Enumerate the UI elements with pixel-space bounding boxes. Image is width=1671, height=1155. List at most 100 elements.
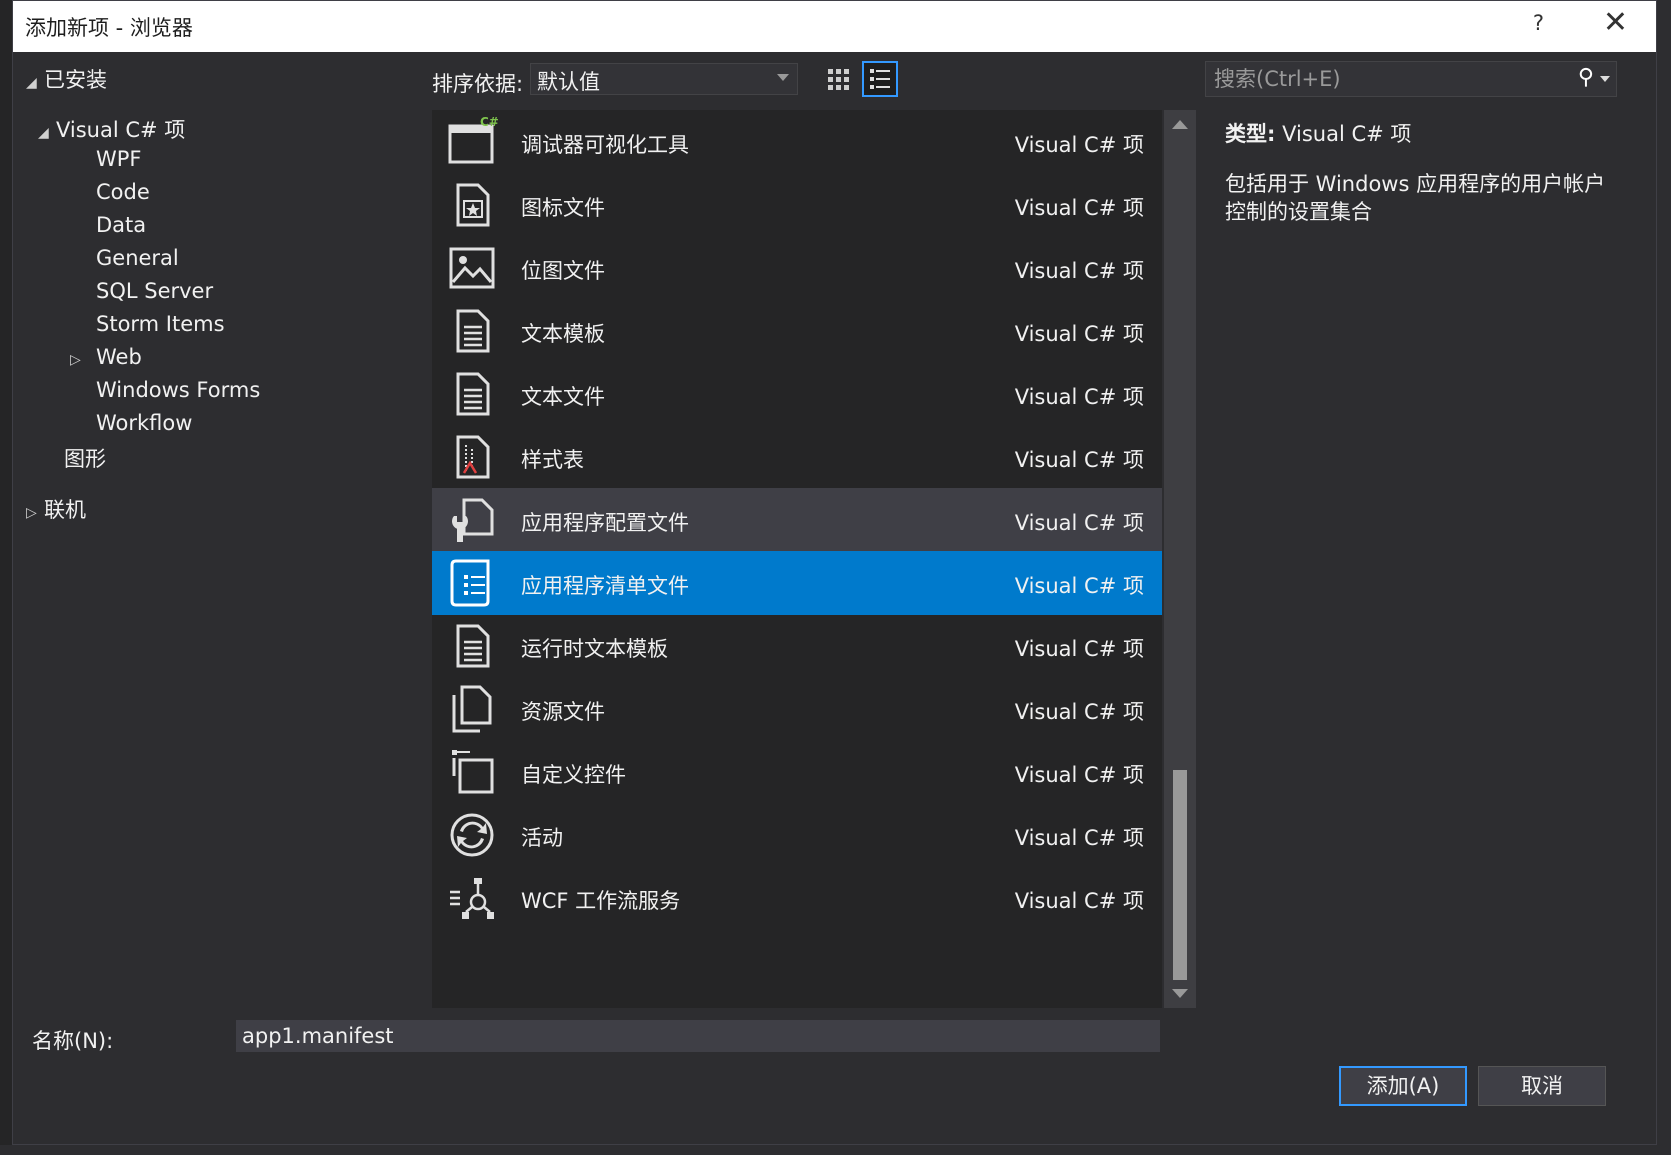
list-item[interactable]: 自定义控件 Visual C# 项: [432, 740, 1162, 804]
expanded-arrow-icon: ◢: [38, 125, 49, 141]
list-item[interactable]: C# 调试器可视化工具 Visual C# 项: [432, 110, 1162, 174]
tree-node-data[interactable]: Data: [96, 213, 146, 237]
item-name: 活动: [521, 826, 563, 850]
tree-node-online[interactable]: ▷ 联机: [26, 494, 86, 524]
item-type: Visual C# 项: [1014, 259, 1144, 283]
item-name: 运行时文本模板: [521, 637, 668, 661]
name-input[interactable]: [236, 1020, 1160, 1052]
grid-view-icon: [828, 69, 849, 90]
template-list: C# 调试器可视化工具 Visual C# 项 图标文件 Visual C# 项…: [432, 110, 1162, 1008]
svg-text:C#: C#: [480, 116, 498, 129]
add-button[interactable]: 添加(A): [1339, 1066, 1467, 1106]
search-options-chevron-icon[interactable]: [1600, 76, 1610, 82]
item-name: 样式表: [521, 448, 584, 472]
item-type: Visual C# 项: [1014, 511, 1144, 535]
resource-file-icon: [452, 685, 492, 733]
text-template-icon: [456, 309, 490, 353]
icon-file-icon: [456, 183, 490, 227]
item-type: Visual C# 项: [1014, 889, 1144, 913]
small-icons-view-button[interactable]: [820, 61, 856, 97]
list-item[interactable]: 位图文件 Visual C# 项: [432, 236, 1162, 300]
item-type: Visual C# 项: [1014, 133, 1144, 157]
runtime-template-icon: [456, 624, 490, 668]
item-type: Visual C# 项: [1014, 574, 1144, 598]
item-name: 应用程序配置文件: [521, 511, 689, 535]
details-type-value: Visual C# 项: [1282, 122, 1412, 146]
tree-node-visual-csharp[interactable]: ◢ Visual C# 项: [38, 114, 185, 144]
collapsed-arrow-icon: ▷: [26, 505, 37, 521]
debugger-visualizer-icon: C#: [448, 116, 498, 164]
item-name: 调试器可视化工具: [521, 133, 689, 157]
item-name: 资源文件: [521, 700, 605, 724]
list-item[interactable]: 活动 Visual C# 项: [432, 803, 1162, 867]
close-button[interactable]: ✕: [1603, 6, 1628, 40]
list-item[interactable]: 运行时文本模板 Visual C# 项: [432, 614, 1162, 678]
wcf-workflow-icon: [450, 878, 494, 919]
sort-label: 排序依据:: [432, 72, 524, 96]
tree-node-code[interactable]: Code: [96, 180, 150, 204]
list-view-icon: [870, 69, 890, 89]
item-type: Visual C# 项: [1014, 196, 1144, 220]
item-name: 图标文件: [521, 196, 605, 220]
item-type: Visual C# 项: [1014, 826, 1144, 850]
collapsed-arrow-icon: ▷: [70, 352, 81, 368]
tree-node-storm-items[interactable]: Storm Items: [96, 312, 225, 336]
tree-node-sql-server[interactable]: SQL Server: [96, 279, 213, 303]
tree-node-windows-forms[interactable]: Windows Forms: [96, 378, 260, 402]
tree-node-web[interactable]: ▷ Web: [70, 345, 142, 369]
name-label: 名称(N):: [32, 1029, 114, 1053]
details-type: 类型: Visual C# 项: [1225, 118, 1625, 148]
list-item[interactable]: 资源文件 Visual C# 项: [432, 677, 1162, 741]
item-name: 文本模板: [521, 322, 605, 346]
list-item[interactable]: 图标文件 Visual C# 项: [432, 173, 1162, 237]
tree-node-installed[interactable]: ◢ 已安装: [26, 64, 107, 94]
text-file-icon: [456, 372, 490, 416]
item-type: Visual C# 项: [1014, 448, 1144, 472]
tree-node-general[interactable]: General: [96, 246, 179, 270]
item-name: 自定义控件: [521, 763, 626, 787]
list-scrollbar[interactable]: [1164, 110, 1196, 1008]
background-editor-right: [1657, 0, 1671, 1155]
stylesheet-icon: [456, 435, 490, 479]
expanded-arrow-icon: ◢: [26, 75, 37, 91]
list-item-selected[interactable]: 应用程序清单文件 Visual C# 项: [432, 551, 1162, 615]
details-panel: 类型: Visual C# 项 包括用于 Windows 应用程序的用户帐户控制…: [1225, 118, 1625, 226]
window-title: 添加新项 - 浏览器: [25, 16, 193, 40]
item-name: WCF 工作流服务: [521, 889, 681, 913]
search-icon[interactable]: ⚲: [1578, 65, 1594, 90]
app-manifest-icon: [450, 559, 490, 607]
activity-icon: [450, 813, 494, 857]
tree-node-graphics[interactable]: 图形: [64, 443, 106, 473]
item-type: Visual C# 项: [1014, 700, 1144, 724]
help-button[interactable]: ?: [1533, 11, 1544, 35]
scroll-down-arrow-icon[interactable]: [1172, 989, 1188, 998]
chevron-down-icon: [777, 74, 789, 81]
details-description: 包括用于 Windows 应用程序的用户帐户控制的设置集合: [1225, 172, 1606, 224]
details-type-label: 类型:: [1225, 122, 1276, 146]
template-tree: ◢ 已安装 ◢ Visual C# 项 WPF Code Data General …: [0, 51, 420, 1031]
list-item[interactable]: WCF 工作流服务 Visual C# 项: [432, 866, 1162, 930]
scroll-up-arrow-icon[interactable]: [1172, 120, 1188, 129]
list-view-button[interactable]: [862, 61, 898, 97]
item-name: 应用程序清单文件: [521, 574, 689, 598]
list-item[interactable]: 文本文件 Visual C# 项: [432, 362, 1162, 426]
search-input[interactable]: [1212, 64, 1556, 94]
app-config-icon: [452, 498, 494, 542]
title-bar: 添加新项 - 浏览器 ? ✕: [13, 1, 1656, 52]
item-name: 文本文件: [521, 385, 605, 409]
item-name: 位图文件: [521, 259, 605, 283]
background-editor-bottom: [0, 1145, 1671, 1155]
cancel-button[interactable]: 取消: [1478, 1066, 1606, 1106]
list-item[interactable]: 样式表 Visual C# 项: [432, 425, 1162, 489]
item-type: Visual C# 项: [1014, 322, 1144, 346]
tree-node-workflow[interactable]: Workflow: [96, 411, 192, 435]
sort-dropdown[interactable]: 默认值: [530, 63, 798, 95]
scroll-thumb[interactable]: [1173, 770, 1187, 980]
list-item[interactable]: 文本模板 Visual C# 项: [432, 299, 1162, 363]
item-type: Visual C# 项: [1014, 637, 1144, 661]
item-type: Visual C# 项: [1014, 385, 1144, 409]
item-type: Visual C# 项: [1014, 763, 1144, 787]
search-box: ⚲: [1205, 61, 1617, 97]
tree-node-wpf[interactable]: WPF: [96, 147, 142, 171]
list-item[interactable]: 应用程序配置文件 Visual C# 项: [432, 488, 1162, 552]
